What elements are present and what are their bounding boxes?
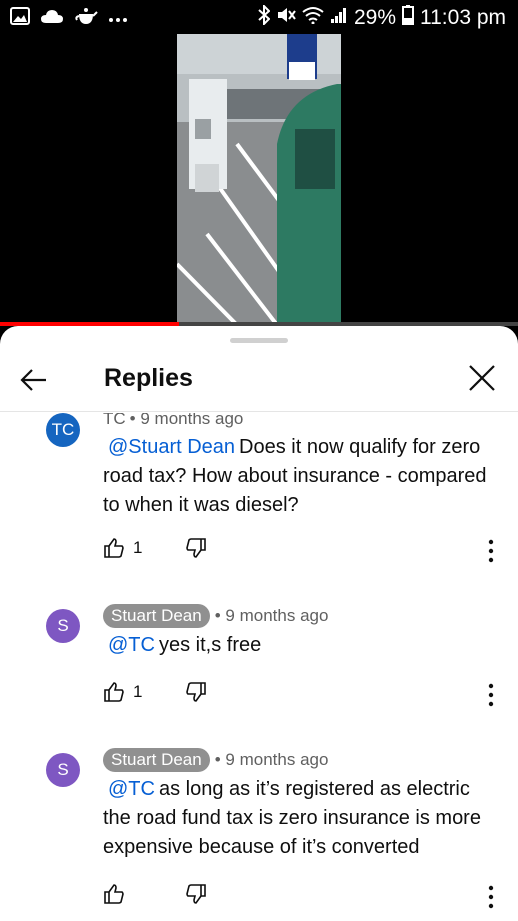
reply-author[interactable]: TC [103, 413, 126, 429]
replies-sheet: Replies TC TC • 9 months ago @Stuart Dea… [0, 326, 518, 921]
reply-text-line: the road fund tax is zero insurance is m… [103, 807, 481, 829]
reply-actions [103, 883, 503, 913]
more-options-button[interactable] [481, 883, 501, 911]
dislike-button[interactable] [185, 537, 207, 564]
signal-icon [330, 6, 348, 30]
bluetooth-icon [258, 3, 271, 31]
avatar-initials: S [57, 760, 69, 779]
reply-time: 9 months ago [140, 413, 244, 428]
reply-time: 9 months ago [225, 750, 329, 769]
thumbs-down-icon [186, 682, 206, 702]
reply-text-line: yes it,s free [158, 634, 262, 656]
like-count: 1 [133, 538, 143, 557]
mute-icon [276, 6, 296, 30]
mention-link[interactable]: @TC [108, 778, 155, 800]
avatar-initials: S [57, 616, 69, 635]
cloud-icon [40, 8, 64, 29]
thumbs-up-icon [104, 682, 124, 702]
reply-meta: Stuart Dean • 9 months ago [103, 604, 328, 628]
reply-actions: 1 [103, 537, 503, 567]
mention-link[interactable]: @Stuart Dean [108, 436, 235, 458]
like-button[interactable] [103, 883, 133, 905]
reply-meta: Stuart Dean • 9 months ago [103, 748, 328, 772]
meta-separator: • [214, 750, 226, 769]
reply-text-line: Does it now qualify for zero [239, 436, 481, 458]
more-options-button[interactable] [481, 537, 501, 565]
mention-link[interactable]: @TC [108, 634, 155, 656]
dislike-button[interactable] [185, 883, 207, 910]
sheet-header: Replies [0, 348, 518, 412]
more-vert-icon [488, 683, 494, 707]
arrow-left-icon [20, 369, 46, 391]
back-button[interactable] [16, 362, 56, 398]
image-icon [10, 7, 30, 30]
thumbs-up-icon [104, 538, 124, 558]
replies-list[interactable]: TC TC • 9 months ago @Stuart Dean Does it… [0, 413, 518, 921]
reply-text: @TC yes it,s free [103, 631, 503, 660]
status-right-icons: 29% 11:03 pm [258, 3, 506, 31]
status-left-icons [10, 7, 128, 30]
avatar[interactable]: S [46, 753, 80, 787]
video-frame[interactable] [177, 34, 341, 325]
close-icon [469, 365, 495, 391]
reply-actions: 1 [103, 681, 503, 711]
reply-text-line: as long as it’s registered as electric [158, 778, 470, 800]
video-player[interactable] [0, 34, 518, 325]
reply-text-line: road tax? How about insurance - compared [103, 465, 487, 487]
meta-separator: • [129, 413, 141, 428]
more-vert-icon [488, 539, 494, 563]
wifi-icon [302, 6, 324, 30]
more-dots-icon [108, 10, 128, 28]
dislike-button[interactable] [185, 681, 207, 708]
battery-percent: 29% [353, 6, 396, 29]
reply-time: 9 months ago [225, 606, 329, 625]
status-bar: 29% 11:03 pm [0, 0, 518, 34]
more-vert-icon [488, 885, 494, 909]
reply-text-line: expensive because of it’s converted [103, 836, 420, 858]
teapot-icon [74, 7, 98, 30]
reply-meta: TC • 9 months ago [103, 413, 243, 429]
reply-text-line: to when it was diesel? [103, 494, 299, 516]
avatar[interactable]: S [46, 609, 80, 643]
more-options-button[interactable] [481, 681, 501, 709]
avatar-initials: TC [51, 420, 75, 439]
thumbs-up-icon [104, 884, 124, 904]
like-button[interactable]: 1 [103, 681, 142, 703]
drag-handle[interactable] [230, 338, 288, 343]
thumbs-down-icon [186, 538, 206, 558]
reply-author-chip[interactable]: Stuart Dean [103, 604, 210, 628]
reply-author-chip[interactable]: Stuart Dean [103, 748, 210, 772]
meta-separator: • [214, 606, 226, 625]
battery-icon [402, 5, 414, 31]
thumbs-down-icon [186, 884, 206, 904]
clock: 11:03 pm [420, 6, 506, 29]
like-button[interactable]: 1 [103, 537, 142, 559]
sheet-title: Replies [104, 364, 193, 392]
close-button[interactable] [464, 360, 500, 396]
avatar[interactable]: TC [46, 413, 80, 447]
reply-text: @TC as long as it’s registered as electri… [103, 775, 503, 862]
like-count: 1 [133, 682, 143, 701]
reply-text: @Stuart Dean Does it now qualify for zero… [103, 433, 503, 520]
